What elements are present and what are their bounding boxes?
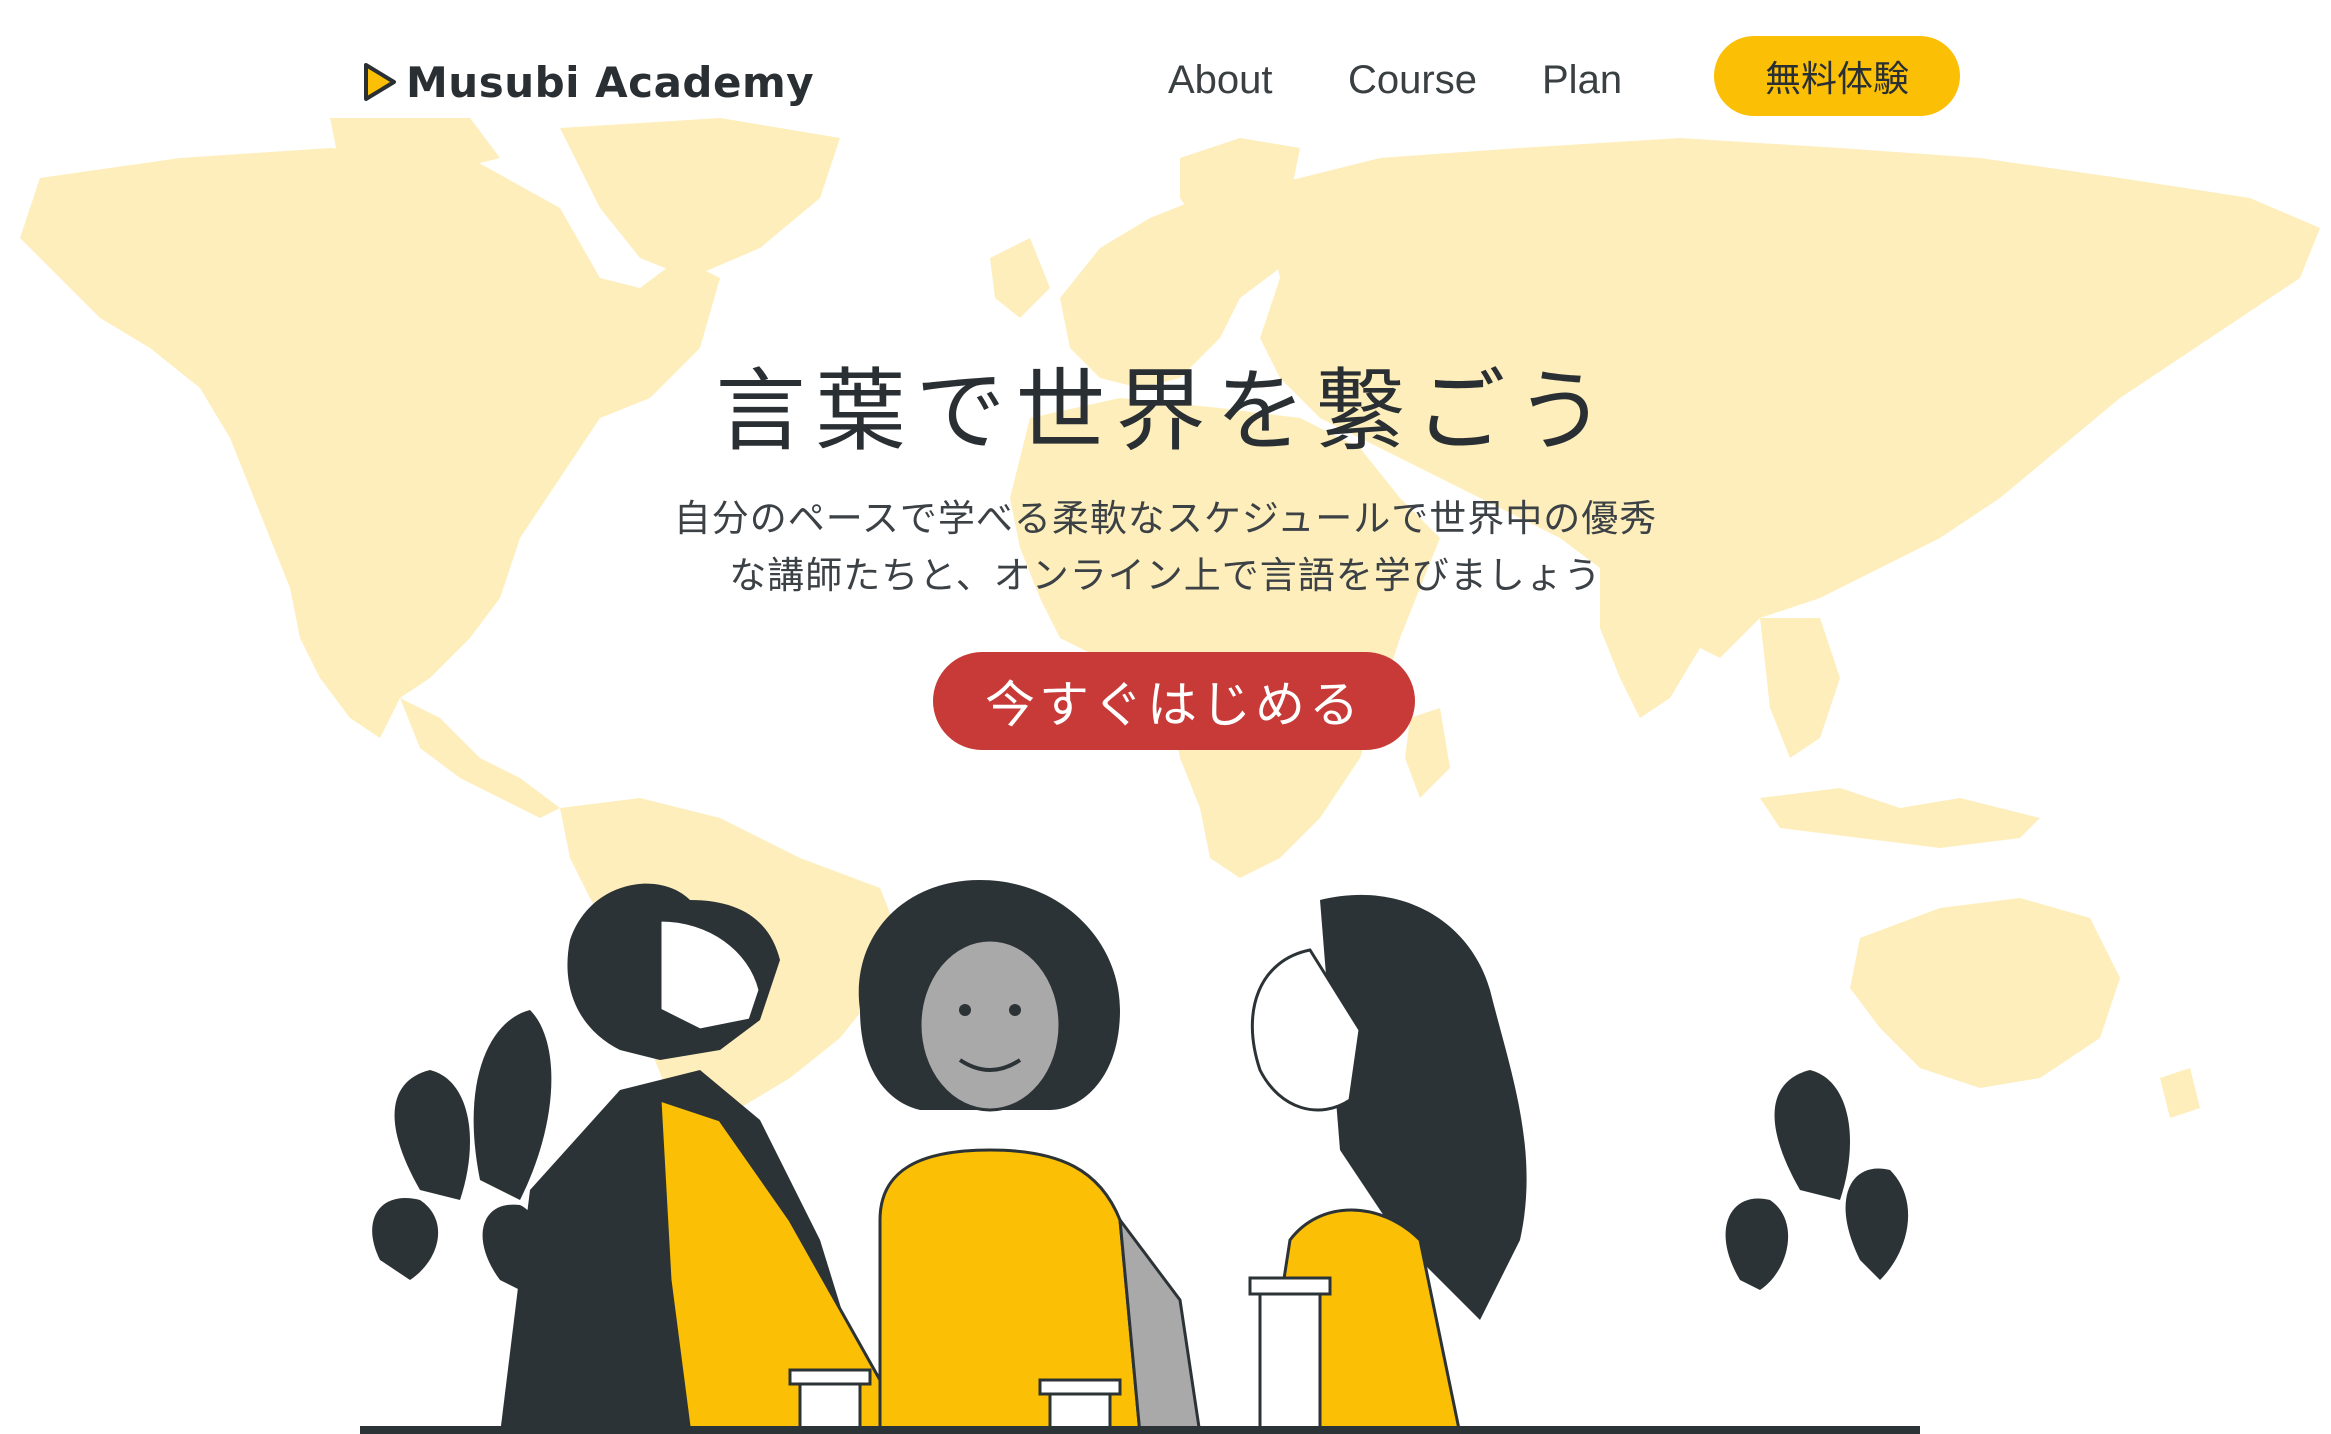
- logo[interactable]: Musubi Academy: [362, 54, 814, 110]
- nav-course-link[interactable]: Course: [1348, 52, 1477, 108]
- free-trial-button[interactable]: 無料体験: [1714, 36, 1960, 116]
- table-edge: [360, 1426, 1920, 1434]
- nav-plan-link[interactable]: Plan: [1542, 52, 1622, 108]
- hero-subtitle-line2: な講師たちと、オンライン上で言語を学びましょう: [729, 554, 1602, 597]
- people-conversation-illustration: [360, 880, 1920, 1434]
- nav-about-link[interactable]: About: [1168, 52, 1273, 108]
- right-plant-icon: [1725, 1070, 1909, 1290]
- site-header: Musubi Academy About Course Plan 無料体験: [0, 0, 2331, 118]
- start-now-button[interactable]: 今すぐはじめる: [933, 652, 1415, 750]
- logo-text: Musubi Academy: [406, 57, 815, 107]
- play-triangle-logo-icon: [364, 63, 396, 101]
- hero-subtitle-line1: 自分のペースで学べる柔軟なスケジュールで世界中の優秀: [673, 497, 1658, 540]
- center-woman-figure: [858, 880, 1202, 1434]
- hero-title: 言葉で世界を繋ごう: [715, 359, 1616, 464]
- man-figure: [500, 883, 922, 1434]
- page-root: Musubi Academy About Course Plan 無料体験 言葉…: [0, 0, 2331, 1434]
